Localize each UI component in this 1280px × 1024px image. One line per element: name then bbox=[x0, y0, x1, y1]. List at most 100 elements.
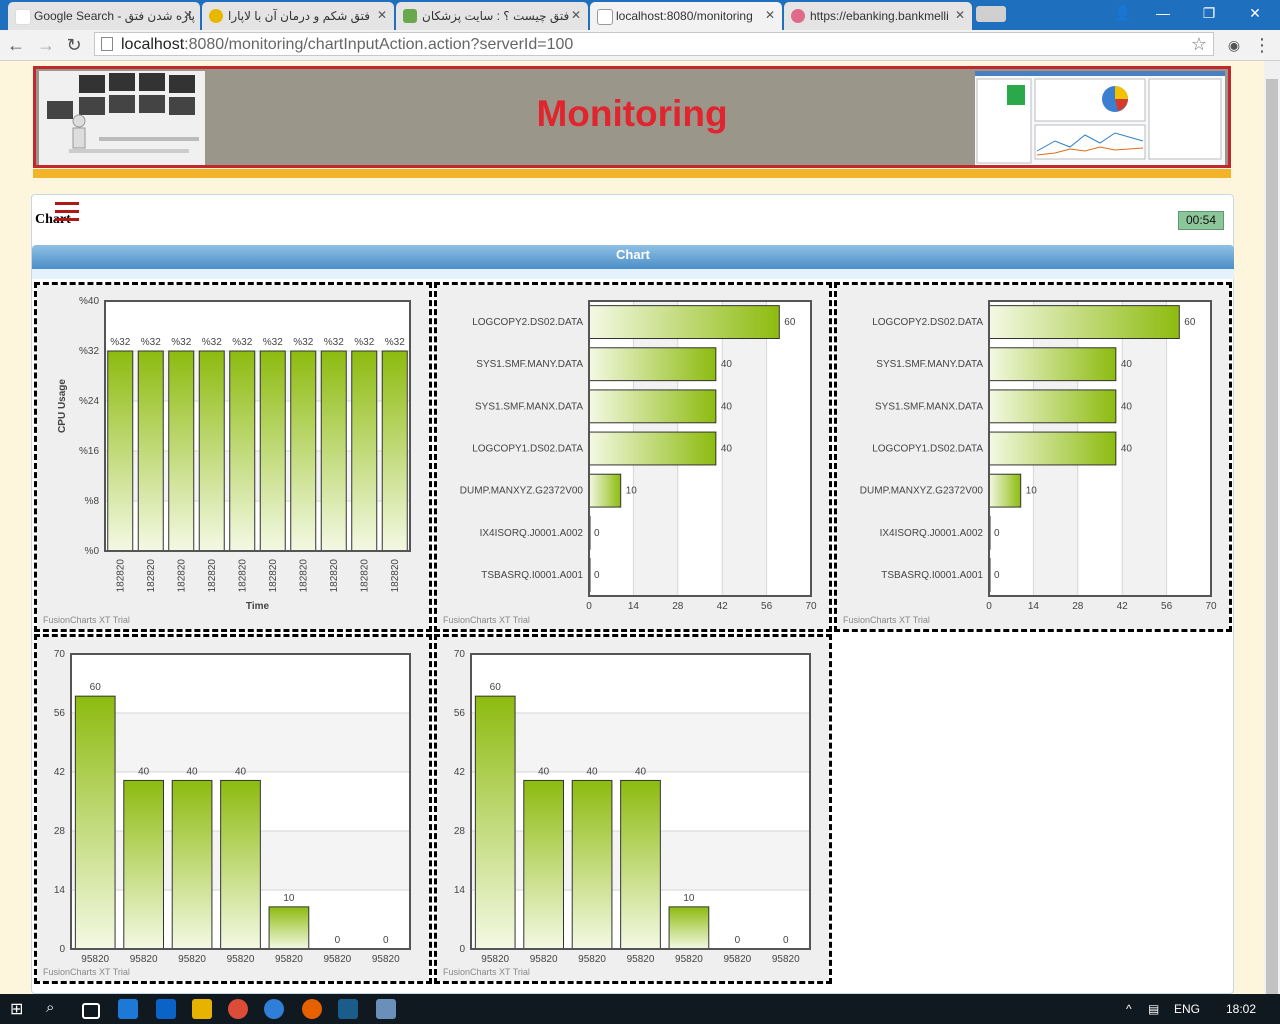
data-label: 0 bbox=[735, 935, 741, 946]
browser-tab[interactable]: https://ebanking.bankmelli ✕ bbox=[784, 2, 972, 30]
bar bbox=[588, 389, 717, 424]
x-tick-label: 182820 bbox=[237, 559, 248, 593]
clock-time[interactable]: 18:02 bbox=[1226, 1002, 1256, 1016]
x-tick-label: 95820 bbox=[275, 954, 303, 965]
data-label: 0 bbox=[383, 935, 389, 946]
x-tick-label: 182820 bbox=[390, 559, 401, 593]
data-label: 40 bbox=[538, 766, 550, 777]
close-tab-icon[interactable]: ✕ bbox=[183, 8, 193, 22]
data-label: 0 bbox=[994, 570, 1000, 581]
bar bbox=[381, 350, 408, 552]
bookmark-star-icon[interactable]: ☆ bbox=[1191, 34, 1207, 55]
y-tick-label: 70 bbox=[454, 649, 466, 660]
watermark: FusionCharts XT Trial bbox=[443, 967, 530, 977]
data-label: 10 bbox=[626, 486, 638, 497]
site-icon bbox=[403, 9, 417, 23]
network-icon[interactable]: ▤ bbox=[1148, 1002, 1159, 1016]
scrollbar-thumb[interactable] bbox=[1266, 79, 1278, 999]
bar bbox=[988, 431, 1117, 466]
x-tick-label: 95820 bbox=[81, 954, 109, 965]
hamburger-menu-icon[interactable] bbox=[55, 202, 79, 226]
y-tick-label: %0 bbox=[85, 546, 100, 557]
data-label: 0 bbox=[594, 528, 600, 539]
x-tick-label: 42 bbox=[1117, 601, 1129, 612]
bar bbox=[571, 779, 613, 950]
y-tick-label: 14 bbox=[54, 885, 66, 896]
page-info-icon[interactable] bbox=[101, 37, 113, 51]
browser-tab-active[interactable]: localhost:8080/monitoring ✕ bbox=[590, 2, 782, 30]
data-label: %32 bbox=[324, 337, 344, 348]
bar bbox=[220, 779, 261, 950]
x-tick-label: 14 bbox=[1028, 601, 1040, 612]
data-label: 60 bbox=[1184, 317, 1196, 328]
bar bbox=[588, 305, 780, 340]
data-label: 60 bbox=[490, 682, 502, 693]
bank-icon bbox=[791, 9, 805, 23]
app-icon[interactable] bbox=[376, 999, 396, 1019]
bar bbox=[268, 906, 310, 950]
data-label: 0 bbox=[594, 570, 600, 581]
close-tab-icon[interactable]: ✕ bbox=[765, 8, 775, 22]
y-tick-label: SYS1.SMF.MANX.DATA bbox=[875, 401, 983, 412]
y-tick-label: TSBASRQ.I0001.A001 bbox=[881, 570, 983, 581]
task-view-icon[interactable] bbox=[82, 1003, 100, 1019]
input-language[interactable]: ENG bbox=[1174, 1002, 1200, 1016]
close-tab-icon[interactable]: ✕ bbox=[571, 8, 581, 22]
chrome-icon[interactable] bbox=[228, 999, 248, 1019]
bar bbox=[171, 779, 213, 950]
windows-taskbar: ⊞ ⌕ ^ ▤ ENG 18:02 bbox=[0, 994, 1280, 1024]
chevron-up-icon[interactable]: ^ bbox=[1126, 1002, 1132, 1016]
banner-underline bbox=[33, 169, 1231, 178]
extension-icon[interactable]: ◉ bbox=[1222, 33, 1246, 57]
page-scrollbar[interactable] bbox=[1264, 61, 1280, 999]
data-label: %32 bbox=[354, 337, 374, 348]
forward-arrow-icon[interactable]: → bbox=[34, 33, 58, 57]
close-tab-icon[interactable]: ✕ bbox=[955, 8, 965, 22]
back-arrow-icon[interactable]: ← bbox=[4, 33, 28, 57]
tab-title: فتق چیست ؟ : سایت پزشکان bbox=[422, 9, 570, 23]
restore-button[interactable]: ❐ bbox=[1186, 0, 1232, 26]
data-label: 40 bbox=[1121, 401, 1133, 412]
edge-icon[interactable] bbox=[118, 999, 138, 1019]
bar bbox=[229, 350, 256, 552]
data-label: %32 bbox=[293, 337, 313, 348]
x-tick-label: 182820 bbox=[359, 559, 370, 593]
data-label: 40 bbox=[635, 766, 647, 777]
ie-icon[interactable] bbox=[264, 999, 284, 1019]
close-tab-icon[interactable]: ✕ bbox=[377, 8, 387, 22]
url-path: :8080/monitoring/chartInputAction.action… bbox=[184, 36, 574, 53]
windows-start-icon[interactable]: ⊞ bbox=[10, 999, 30, 1019]
data-label: %32 bbox=[385, 337, 405, 348]
x-tick-label: 70 bbox=[805, 601, 817, 612]
browser-tab[interactable]: فتق چیست ؟ : سایت پزشکان ✕ bbox=[396, 2, 588, 30]
new-tab-button[interactable] bbox=[976, 6, 1006, 22]
column-chart-1: FusionCharts XT Trial 0 14 28 42 56 70 60 95820 4… bbox=[34, 634, 432, 984]
file-explorer-icon[interactable] bbox=[192, 999, 212, 1019]
dashboard-screenshot-image bbox=[975, 71, 1225, 165]
browser-tab[interactable]: Google Search - پاره شدن فتق ✕ bbox=[8, 2, 200, 30]
y-tick-label: LOGCOPY2.DS02.DATA bbox=[872, 317, 983, 328]
reload-icon[interactable]: ↻ bbox=[62, 33, 86, 57]
x-tick-label: 182820 bbox=[329, 559, 340, 593]
menu-kebab-icon[interactable]: ⋮ bbox=[1250, 33, 1274, 57]
watermark: FusionCharts XT Trial bbox=[843, 615, 930, 625]
firefox-icon[interactable] bbox=[302, 999, 322, 1019]
x-tick-label: 0 bbox=[586, 601, 592, 612]
intellij-icon[interactable] bbox=[338, 999, 358, 1019]
x-tick-label: 95820 bbox=[627, 954, 655, 965]
x-tick-label: 0 bbox=[986, 601, 992, 612]
address-bar[interactable]: localhost:8080/monitoring/chartInputActi… bbox=[94, 32, 1214, 56]
x-axis-title: Time bbox=[246, 601, 270, 612]
chart-header: Chart bbox=[32, 245, 1234, 269]
search-icon[interactable]: ⌕ bbox=[46, 999, 66, 1019]
minimize-button[interactable]: — bbox=[1140, 0, 1186, 26]
data-label: 40 bbox=[187, 766, 199, 777]
y-tick-label: %16 bbox=[79, 446, 99, 457]
outlook-icon[interactable] bbox=[156, 999, 176, 1019]
y-tick-label: 0 bbox=[59, 944, 65, 955]
y-tick-label: DUMP.MANXYZ.G2372V00 bbox=[860, 486, 984, 497]
close-window-button[interactable]: ✕ bbox=[1232, 0, 1278, 26]
browser-tab[interactable]: فتق شکم و درمان آن با لاپارا ✕ bbox=[202, 2, 394, 30]
chart-subheader bbox=[32, 269, 1234, 279]
y-tick-label: DUMP.MANXYZ.G2372V00 bbox=[460, 486, 584, 497]
